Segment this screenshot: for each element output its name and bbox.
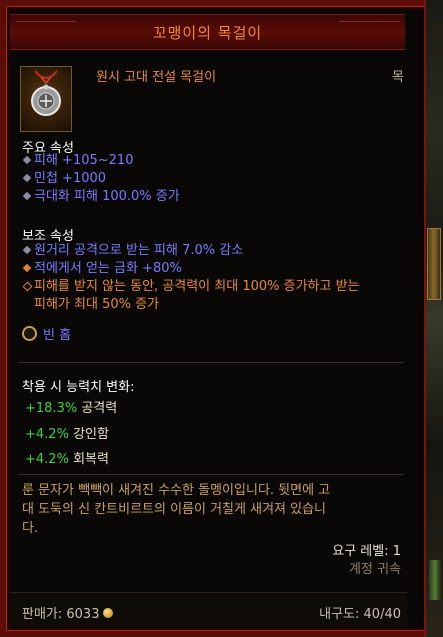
background-ornament-lower: [429, 560, 441, 600]
flavor-text: 룬 문자가 빽빽이 새겨진 수수한 돌멩이입니다. 뒷면에 고 대 도둑의 신 …: [22, 483, 331, 536]
secondary-stat: 적에게서 얻는 금화 +80%: [22, 260, 182, 278]
background-ornament: [427, 228, 441, 300]
empty-socket: 빈 홈: [22, 324, 71, 343]
primary-stat: 피해 +105~210: [22, 152, 133, 170]
diamond-bullet-icon: [22, 191, 32, 201]
gold-coin-icon: [103, 607, 114, 618]
legendary-bullet-icon: [22, 263, 32, 273]
diamond-bullet-icon: [22, 173, 32, 183]
equip-change-row: +4.2% 회복력: [25, 452, 109, 467]
account-bound: 계정 귀속: [349, 562, 401, 577]
sell-price: 판매가: 6033: [22, 603, 114, 622]
item-title-bar: 꼬맹이의 목걸이: [10, 14, 405, 50]
divider: [18, 362, 404, 363]
item-title: 꼬맹이의 목걸이: [152, 23, 263, 42]
item-slot: 목: [392, 70, 404, 85]
socket-label: 빈 홈: [43, 328, 72, 343]
legendary-power: 피해를 받지 않는 동안, 공격력이 최대 100% 증가하고 받는 피해가 최…: [22, 278, 360, 314]
diamond-bullet-icon: [22, 245, 32, 255]
durability: 내구도: 40/40: [319, 607, 401, 622]
background-edge: [424, 0, 443, 637]
legendary-power-icon: [22, 281, 33, 292]
equip-change-row: +4.2% 강인함: [25, 427, 109, 442]
divider: [18, 474, 404, 475]
diamond-bullet-icon: [22, 155, 32, 165]
primary-stat: 극대화 피해 100.0% 증가: [22, 188, 180, 206]
socket-icon: [22, 326, 37, 341]
secondary-stat: 원거리 공격으로 받는 피해 7.0% 감소: [22, 242, 243, 260]
equip-change-row: +18.3% 공격력: [25, 401, 118, 416]
item-header: 원시 고대 전설 목걸이 목: [16, 60, 406, 132]
required-level: 요구 레벨: 1: [332, 544, 401, 559]
amulet-icon: [20, 66, 72, 132]
item-type: 원시 고대 전설 목걸이: [96, 70, 217, 85]
equip-change-heading: 착용 시 능력치 변화:: [22, 380, 135, 395]
primary-stat: 민첩 +1000: [22, 170, 106, 188]
tooltip-footer: 판매가: 6033 내구도: 40/40: [10, 592, 407, 627]
